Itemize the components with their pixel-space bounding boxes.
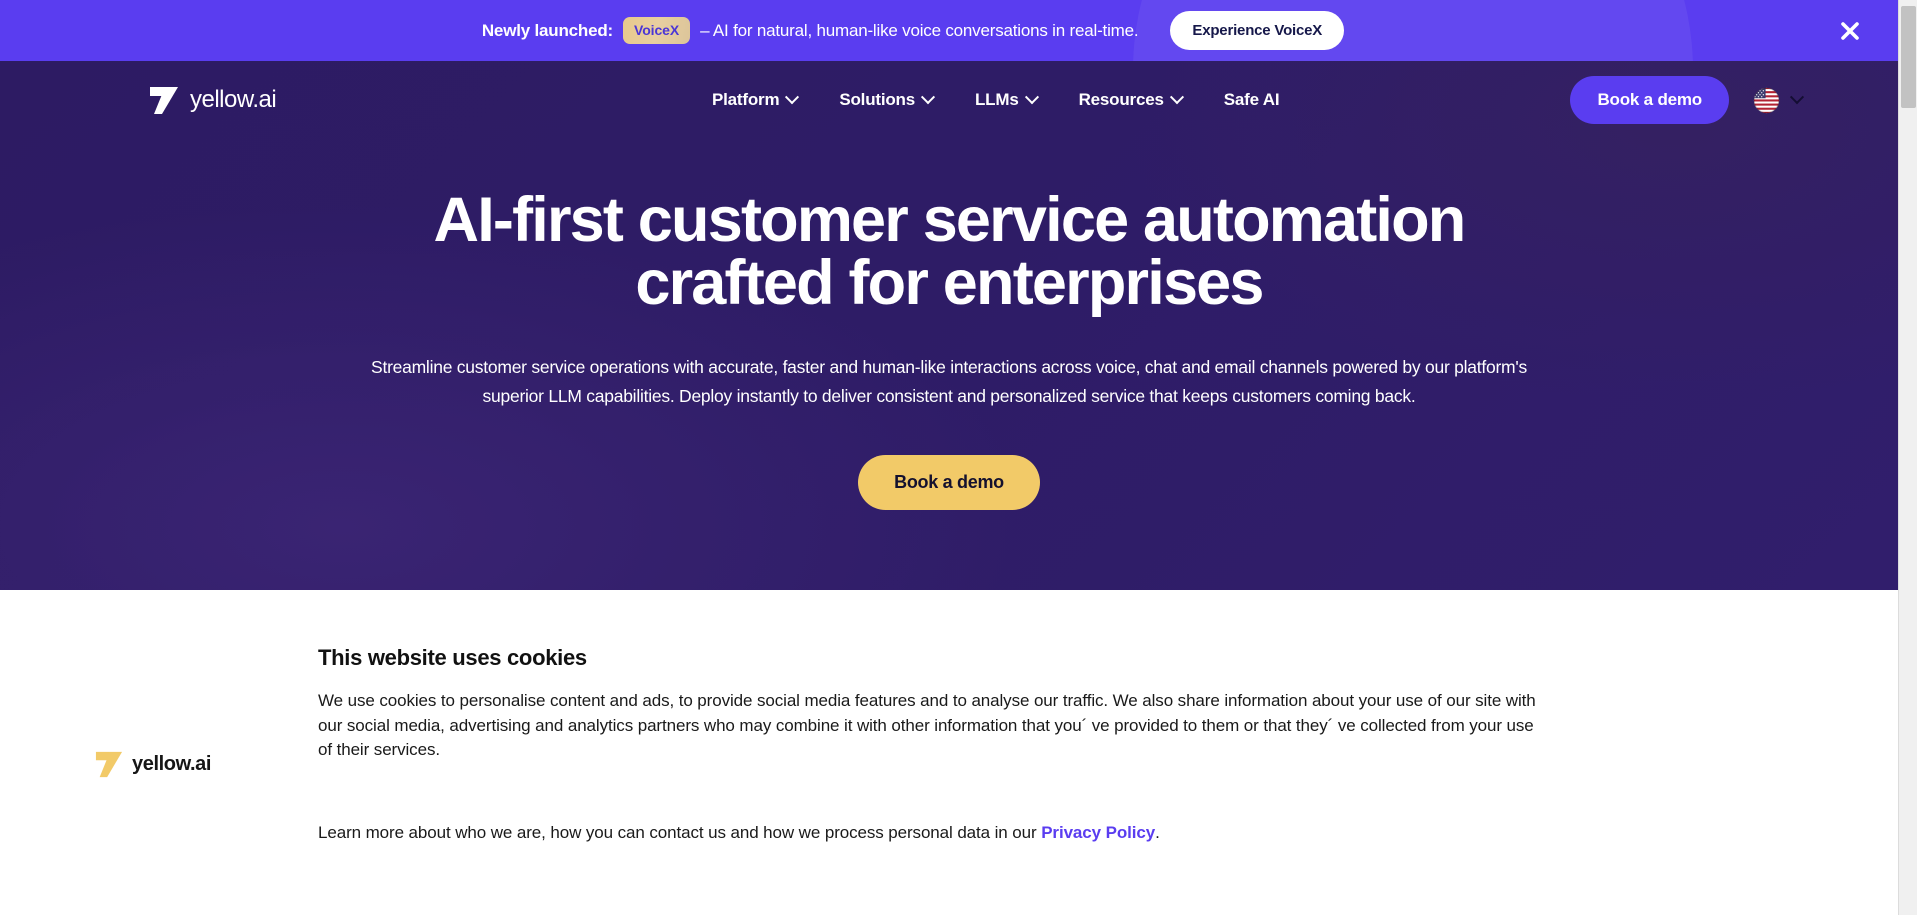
cookie-logo-text: yellow.ai (132, 752, 212, 775)
nav-item-label: LLMs (975, 90, 1019, 109)
us-flag-icon (1753, 87, 1780, 113)
chevron-down-icon (1024, 90, 1039, 105)
nav-item-platform[interactable]: Platform (712, 90, 800, 110)
nav-item-llms[interactable]: LLMs (975, 90, 1039, 110)
chevron-down-icon (785, 90, 800, 105)
nav-item-safe-ai[interactable]: Safe AI (1224, 90, 1280, 110)
cookie-consent-banner: yellow.ai This website uses cookies We u… (0, 590, 1898, 915)
close-icon[interactable] (1836, 17, 1864, 45)
yellow-ai-logo-icon (150, 87, 178, 114)
site-logo[interactable]: yellow.ai (148, 85, 277, 115)
chevron-down-icon (1789, 90, 1805, 105)
chevron-down-icon (1169, 90, 1184, 105)
cookie-paragraph-2: Learn more about who we are, how you can… (318, 821, 1543, 846)
book-a-demo-hero-button[interactable]: Book a demo (858, 454, 1040, 510)
nav-item-label: Solutions (839, 90, 915, 109)
cookie-banner-logo: yellow.ai (94, 750, 211, 778)
experience-voicex-button[interactable]: Experience VoiceX (1170, 11, 1345, 50)
cookie-banner-title: This website uses cookies (318, 645, 587, 670)
nav-item-label: Platform (712, 90, 780, 109)
hero-section: yellow.ai Platform Solutions LLMs Resour… (0, 61, 1898, 590)
logo-text: yellow.ai (190, 86, 277, 113)
language-selector[interactable] (1753, 87, 1805, 114)
cookie-banner-text: This website uses cookies We use cookies… (318, 645, 1543, 846)
hero-title-line-2: crafted for enterprises (635, 248, 1264, 318)
nav-item-solutions[interactable]: Solutions (839, 90, 936, 110)
cookie-paragraph-1: We use cookies to personalise content an… (318, 691, 1536, 760)
announcement-content: Newly launched: VoiceX – AI for natural,… (481, 11, 1345, 50)
nav-links: Platform Solutions LLMs Resources Safe A… (712, 90, 1280, 110)
announcement-text: – AI for natural, human-like voice conve… (700, 20, 1139, 40)
page-title: AI-first customer service automation cra… (359, 189, 1539, 315)
page-scrollbar[interactable] (1898, 0, 1917, 915)
privacy-policy-link[interactable]: Privacy Policy (1041, 823, 1155, 842)
announcement-prefix: Newly launched: (481, 20, 614, 40)
book-a-demo-nav-button[interactable]: Book a demo (1570, 76, 1729, 124)
voicex-chip[interactable]: VoiceX (623, 17, 691, 44)
nav-item-label: Safe AI (1223, 90, 1280, 109)
scrollbar-thumb[interactable] (1901, 6, 1916, 108)
yellow-ai-logo-icon (95, 751, 123, 778)
hero-title-line-1: AI-first customer service automation (433, 185, 1467, 255)
chevron-down-icon (920, 90, 936, 105)
hero-subtitle: Streamline customer service operations w… (371, 357, 1527, 406)
nav-item-resources[interactable]: Resources (1078, 90, 1184, 110)
nav-item-label: Resources (1078, 90, 1164, 109)
cookie-paragraph-2-before: Learn more about who we are, how you can… (318, 822, 1042, 842)
announcement-banner: Newly launched: VoiceX – AI for natural,… (0, 0, 1898, 61)
nav-right-actions: Book a demo (1570, 76, 1805, 124)
hero-content: AI-first customer service automation cra… (0, 189, 1898, 510)
browser-viewport: Newly launched: VoiceX – AI for natural,… (0, 0, 1917, 915)
cookie-paragraph-2-after: . (1155, 822, 1160, 842)
main-navigation: yellow.ai Platform Solutions LLMs Resour… (0, 61, 1898, 139)
